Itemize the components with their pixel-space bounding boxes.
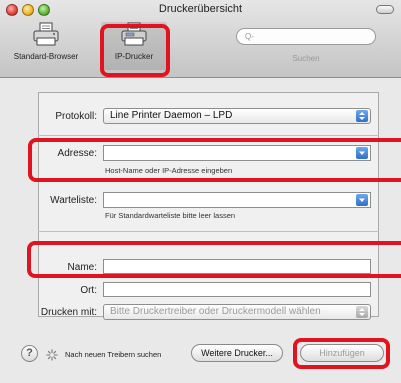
- popup-arrows-icon: [356, 110, 368, 122]
- print-using-label: Drucken mit:: [40, 307, 97, 318]
- highlight-add-button: [293, 338, 390, 369]
- location-input[interactable]: [103, 282, 371, 297]
- popup-arrows-icon: [356, 306, 368, 318]
- print-using-select[interactable]: Bitte Druckertreiber oder Druckermodell …: [103, 304, 371, 320]
- divider: [38, 135, 379, 136]
- printer-browser-window: Druckerübersicht Standard-Browser IP-Dru…: [0, 0, 401, 383]
- queue-label: Warteliste:: [50, 195, 97, 206]
- help-button[interactable]: ?: [21, 345, 38, 362]
- location-label: Ort:: [80, 285, 97, 296]
- dropdown-arrow-icon[interactable]: [356, 194, 368, 206]
- more-printers-button[interactable]: Weitere Drucker...: [191, 344, 283, 362]
- printer-icon: [31, 22, 61, 48]
- search-input[interactable]: Q-: [236, 28, 376, 45]
- toolbar-toggle-button[interactable]: [376, 5, 394, 14]
- toolbar: Druckerübersicht Standard-Browser IP-Dru…: [0, 0, 401, 78]
- protocol-value: Line Printer Daemon – LPD: [110, 110, 233, 121]
- highlight-address: [28, 138, 401, 182]
- toolbar-item-label: Standard-Browser: [13, 52, 79, 61]
- protocol-label: Protokoll:: [55, 111, 97, 122]
- driver-search-status: Nach neuen Treibern suchen: [65, 350, 162, 359]
- search-area: Q- Suchen: [236, 28, 376, 63]
- queue-hint: Für Standardwarteliste bitte leer lassen: [105, 211, 236, 220]
- search-caption: Suchen: [292, 54, 320, 63]
- protocol-select[interactable]: Line Printer Daemon – LPD: [103, 108, 371, 124]
- highlight-name: [27, 241, 401, 278]
- print-using-value: Bitte Druckertreiber oder Druckermodell …: [110, 306, 321, 317]
- window-title: Druckerübersicht: [158, 3, 243, 15]
- queue-field[interactable]: [103, 192, 371, 208]
- divider: [38, 231, 379, 232]
- highlight-ip-printer: [100, 24, 170, 77]
- toolbar-item-standard-browser[interactable]: Standard-Browser: [4, 22, 88, 70]
- progress-spinner-icon: [46, 348, 58, 361]
